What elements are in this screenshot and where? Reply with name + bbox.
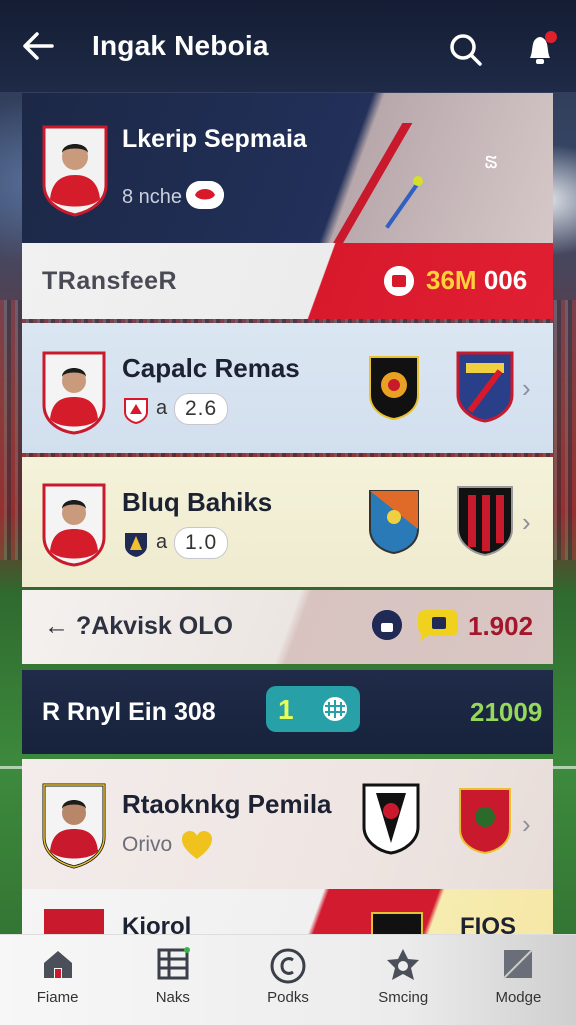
player-row[interactable]: Capalc Remas a 2.6 ›: [22, 323, 553, 453]
bell-icon: [530, 31, 557, 64]
player-avatar: [42, 125, 108, 217]
featured-player-name: Lkerip Sepmaia: [122, 125, 307, 153]
ranking-row[interactable]: R Rnyl Ein 308 1 21009: [22, 670, 553, 754]
notifications-button[interactable]: [520, 28, 560, 70]
club-crest-icon: [457, 486, 513, 557]
transfer-out-value: 1.902: [468, 611, 534, 641]
nav-label: Modge: [495, 989, 542, 1006]
amount-highlight: 36M: [426, 265, 477, 295]
club-crest-icon: [362, 783, 420, 855]
transfer-out-label: ← ?Akvisk OLO: [44, 612, 233, 640]
featured-player-card[interactable]: ຘ Lkerip Sepmaia 8 nche: [22, 93, 553, 243]
lock-icon: [372, 610, 402, 640]
player-avatar: [42, 783, 106, 869]
player-row[interactable]: Rtaoknkg Pemila Orivo ›: [22, 759, 553, 889]
player-avatar: [42, 483, 106, 567]
nav-item-podks[interactable]: Podks: [230, 935, 345, 1025]
back-button[interactable]: [18, 26, 58, 66]
club-crest-icon: [369, 356, 419, 421]
ball-icon: [270, 948, 306, 984]
ranking-position-badge: 1: [266, 686, 360, 732]
page-title: Ingak Neboia: [92, 30, 269, 61]
club-crest-icon: [459, 788, 511, 855]
ranking-value: 21009: [470, 697, 543, 727]
club-crest-icon: [369, 490, 419, 555]
transfer-amount: 36M 006: [426, 265, 527, 296]
star-badge-icon: [387, 949, 420, 980]
chat-bubble-icon: [418, 610, 458, 641]
nav-label: Podks: [267, 989, 309, 1006]
player-rating: 1.0: [174, 527, 229, 559]
chevron-right-icon: ›: [522, 507, 531, 537]
transfer-summary[interactable]: TRansfeeR 36M 006: [22, 243, 553, 319]
money-icon: [384, 266, 414, 296]
table-icon: [157, 947, 190, 980]
player-name: Rtaoknkg Pemila: [122, 789, 332, 819]
top-app-bar: Ingak Neboia: [0, 0, 576, 92]
square-icon: [503, 949, 534, 979]
player-sub: Orivo: [122, 833, 173, 856]
nav-item-smcing[interactable]: Smcing: [346, 935, 461, 1025]
nav-label: Fiame: [36, 989, 79, 1006]
player-meta: a: [156, 397, 168, 419]
ranking-label: R Rnyl Ein 308: [42, 698, 216, 726]
chevron-right-icon: ›: [522, 809, 531, 839]
home-icon: [43, 951, 72, 978]
bottom-navigation: Fiame Naks Podks Smcing Modge: [0, 934, 576, 1025]
player-row[interactable]: Bluq Bahiks a 1.0 ›: [22, 457, 553, 587]
speed-icon: ຘ: [484, 148, 499, 173]
decor-slash: [321, 123, 413, 243]
player-avatar: [42, 351, 106, 435]
arrow-left-icon: [23, 32, 54, 60]
search-button[interactable]: [446, 30, 486, 70]
featured-player-sub: 8 nche: [122, 186, 183, 208]
nav-label: Naks: [155, 989, 190, 1006]
player-rating: 2.6: [174, 393, 229, 425]
nav-item-home[interactable]: Fiame: [0, 935, 115, 1025]
nav-label: Smcing: [378, 989, 429, 1006]
club-mini-icon: [124, 398, 148, 424]
player-name: Capalc Remas: [122, 353, 300, 383]
player-name: Bluq Bahiks: [122, 487, 273, 517]
heart-icon: [182, 831, 212, 859]
chevron-right-icon: ›: [522, 373, 531, 403]
player-row[interactable]: Kiorol FIOS: [22, 889, 553, 939]
decor-ball: [413, 176, 423, 186]
transfer-label: TRansfeeR: [42, 267, 178, 295]
grid-icon: [323, 697, 347, 721]
amount-suffix: 006: [483, 265, 528, 295]
nav-item-modge[interactable]: Modge: [461, 935, 576, 1025]
transfer-out-row[interactable]: ← ?Akvisk OLO 1.902: [22, 590, 553, 664]
club-badge-icon: [186, 181, 224, 209]
player-meta: a: [156, 531, 168, 553]
nav-item-naks[interactable]: Naks: [115, 935, 230, 1025]
ranking-position: 1: [278, 694, 294, 725]
search-icon: [450, 34, 482, 66]
club-mini-icon: [125, 533, 147, 557]
club-crest-icon: [456, 351, 514, 423]
